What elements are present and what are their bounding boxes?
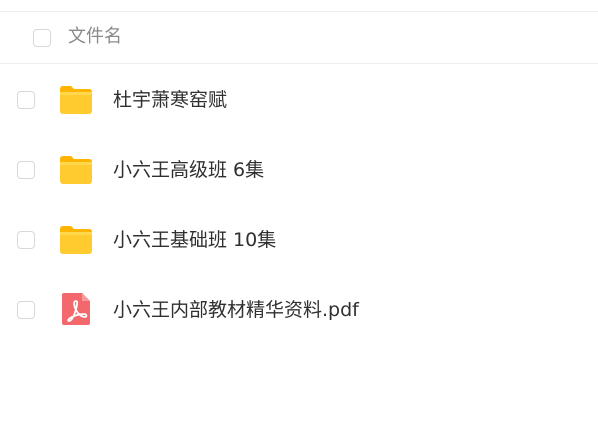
row-checkbox[interactable] xyxy=(17,231,35,249)
pdf-icon xyxy=(62,293,90,325)
file-name[interactable]: 小六王高级班 6集 xyxy=(113,157,264,183)
select-all-checkbox[interactable] xyxy=(33,29,51,47)
file-row-folder[interactable]: 小六王基础班 10集 xyxy=(0,205,598,275)
row-checkbox[interactable] xyxy=(17,301,35,319)
row-checkbox[interactable] xyxy=(17,91,35,109)
file-name[interactable]: 小六王内部教材精华资料.pdf xyxy=(113,297,359,323)
filename-column-header[interactable]: 文件名 xyxy=(68,25,122,49)
folder-icon xyxy=(60,156,92,184)
folder-icon xyxy=(60,226,92,254)
file-row-pdf[interactable]: 小六王内部教材精华资料.pdf xyxy=(0,275,598,345)
file-list-header: 文件名 xyxy=(0,11,598,64)
file-row-folder[interactable]: 杜宇萧寒窑赋 xyxy=(0,65,598,135)
file-list: 文件名 杜宇萧寒窑赋 小六王高级班 6集 小六王基础班 10集 小六王内部教材精… xyxy=(0,0,598,421)
file-row-folder[interactable]: 小六王高级班 6集 xyxy=(0,135,598,205)
folder-icon xyxy=(60,86,92,114)
file-name[interactable]: 杜宇萧寒窑赋 xyxy=(113,87,227,113)
row-checkbox[interactable] xyxy=(17,161,35,179)
file-name[interactable]: 小六王基础班 10集 xyxy=(113,227,276,253)
